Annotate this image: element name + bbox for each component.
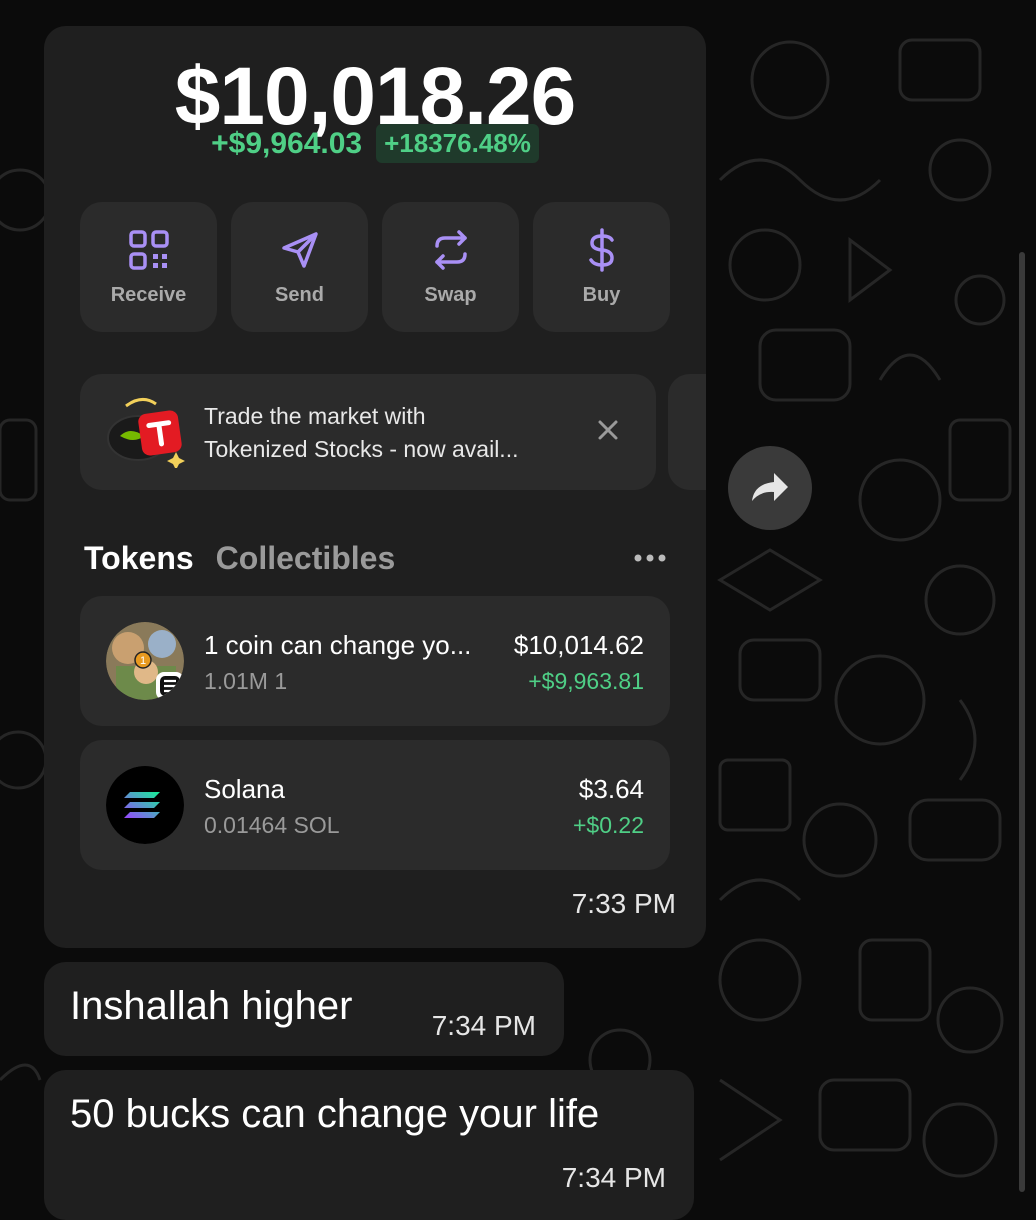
forward-button[interactable] <box>728 446 812 530</box>
token-gain: +$0.22 <box>573 812 644 838</box>
token-amount: 1.01M 1 <box>204 668 288 694</box>
swap-icon <box>434 229 467 270</box>
receive-label: Receive <box>110 283 187 306</box>
promo-line-1: Trade the market with <box>204 403 426 429</box>
token-gain: +$9,963.81 <box>528 668 644 694</box>
send-label: Send <box>275 283 324 306</box>
balance-change-row: +$9,964.03 +18376.48% <box>44 124 706 163</box>
token-name: 1 coin can change yo... <box>204 630 472 660</box>
send-button[interactable]: Send <box>231 202 368 332</box>
token-value: $3.64 <box>578 774 644 804</box>
asset-tabs: Tokens Collectibles <box>84 540 395 577</box>
text-message-bubble[interactable]: 50 bucks can change your life 7:34 PM <box>44 1070 694 1220</box>
send-icon <box>281 231 318 268</box>
promo-text: Trade the market with Tokenized Stocks -… <box>204 400 518 466</box>
message-text: 50 bucks can change your life <box>70 1092 600 1136</box>
tokenized-stocks-icon <box>107 398 185 468</box>
token-row[interactable]: Solana 0.01464 SOL $3.64 +$0.22 <box>80 740 670 870</box>
forward-arrow-icon <box>752 473 788 501</box>
token-amount: 0.01464 SOL <box>204 812 340 838</box>
balance-change-amount: +$9,964.03 <box>211 126 363 160</box>
swap-button[interactable]: Swap <box>382 202 519 332</box>
promo-banner[interactable]: Trade the market with Tokenized Stocks -… <box>80 374 656 490</box>
token-name: Solana <box>204 774 285 804</box>
scrollbar[interactable] <box>1019 252 1025 1192</box>
message-timestamp: 7:33 PM <box>571 888 676 919</box>
next-promo-card[interactable] <box>668 374 706 490</box>
message-text: Inshallah higher <box>70 984 353 1028</box>
text-message-bubble[interactable]: Inshallah higher 7:34 PM <box>44 962 564 1056</box>
buy-button[interactable]: Buy <box>533 202 670 332</box>
image-message-bubble[interactable]: $10,018.26 +$9,964.03 +18376.48% Receive <box>44 26 706 948</box>
receive-button[interactable]: Receive <box>80 202 217 332</box>
token-row[interactable]: 1 1 coin can change yo... 1.01M 1 $10,01… <box>80 596 670 726</box>
qr-code-icon <box>128 229 169 270</box>
buy-label: Buy <box>582 283 621 306</box>
promo-line-2: Tokenized Stocks - now avail... <box>204 436 519 462</box>
close-icon[interactable] <box>590 412 626 448</box>
message-timestamp: 7:34 PM <box>561 1162 666 1193</box>
solana-icon <box>106 766 184 844</box>
more-options-icon[interactable] <box>632 546 668 570</box>
balance-change-percent: +18376.48% <box>376 124 539 163</box>
meme-coin-avatar: 1 <box>106 622 184 700</box>
token-value: $10,014.62 <box>513 630 644 660</box>
swap-label: Swap <box>424 283 477 306</box>
wallet-screenshot: $10,018.26 +$9,964.03 +18376.48% Receive <box>44 26 706 948</box>
dollar-icon <box>588 227 614 272</box>
tab-tokens[interactable]: Tokens <box>84 540 194 577</box>
token-badge: 1 <box>140 655 146 667</box>
message-timestamp: 7:34 PM <box>431 1010 536 1041</box>
tab-collectibles[interactable]: Collectibles <box>216 540 396 577</box>
wallet-actions: Receive Send Swap Buy <box>80 202 670 332</box>
